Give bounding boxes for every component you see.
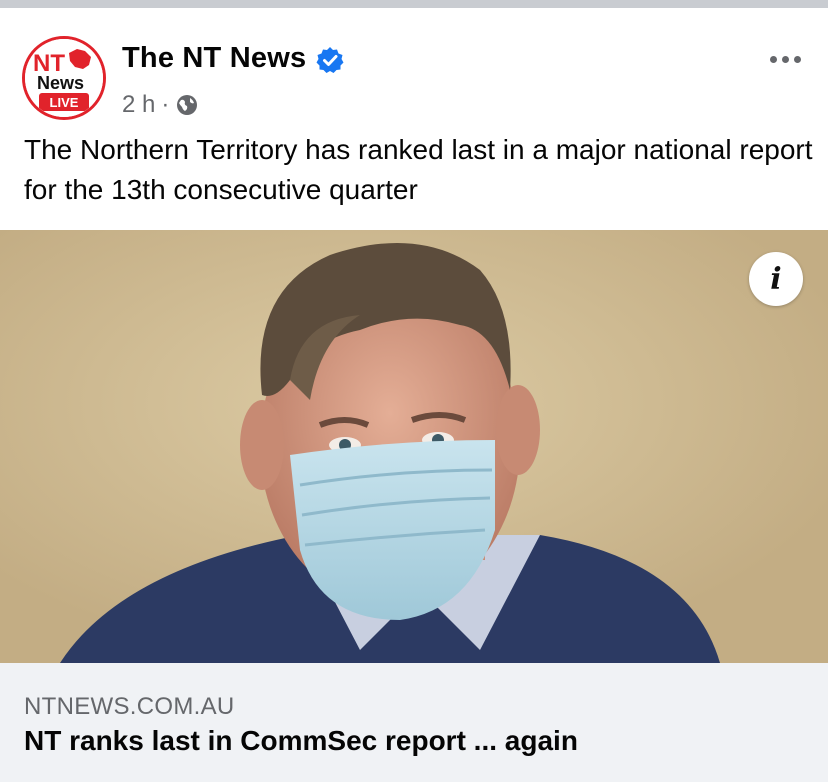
more-options-button[interactable] xyxy=(760,44,810,74)
link-title[interactable]: NT ranks last in CommSec report ... agai… xyxy=(24,725,578,757)
link-preview-footer[interactable]: NTNEWS.COM.AU NT ranks last in CommSec r… xyxy=(0,663,828,782)
post-timestamp[interactable]: 2 h xyxy=(122,91,155,119)
page-avatar[interactable]: NT News LIVE xyxy=(22,36,106,120)
feed-divider xyxy=(0,0,828,8)
logo-news-text: News xyxy=(37,73,84,93)
more-dot xyxy=(793,55,801,63)
post-header: NT News LIVE The NT News 2 h · xyxy=(0,8,828,126)
post-meta: 2 h · xyxy=(122,90,199,120)
nt-news-logo: NT News LIVE xyxy=(25,39,103,117)
verified-badge-icon xyxy=(316,47,344,73)
logo-live-text: LIVE xyxy=(50,95,79,110)
link-domain: NTNEWS.COM.AU xyxy=(24,693,235,720)
more-dot xyxy=(769,55,777,63)
more-dot xyxy=(781,55,789,63)
man-wearing-mask-photo xyxy=(0,230,828,663)
post-message: The Northern Territory has ranked last i… xyxy=(24,134,813,205)
link-preview-image[interactable] xyxy=(0,230,828,663)
globe-icon xyxy=(177,95,198,115)
page-name[interactable]: The NT News xyxy=(122,42,306,75)
meta-separator: · xyxy=(161,91,170,118)
info-icon[interactable]: i xyxy=(749,252,803,306)
